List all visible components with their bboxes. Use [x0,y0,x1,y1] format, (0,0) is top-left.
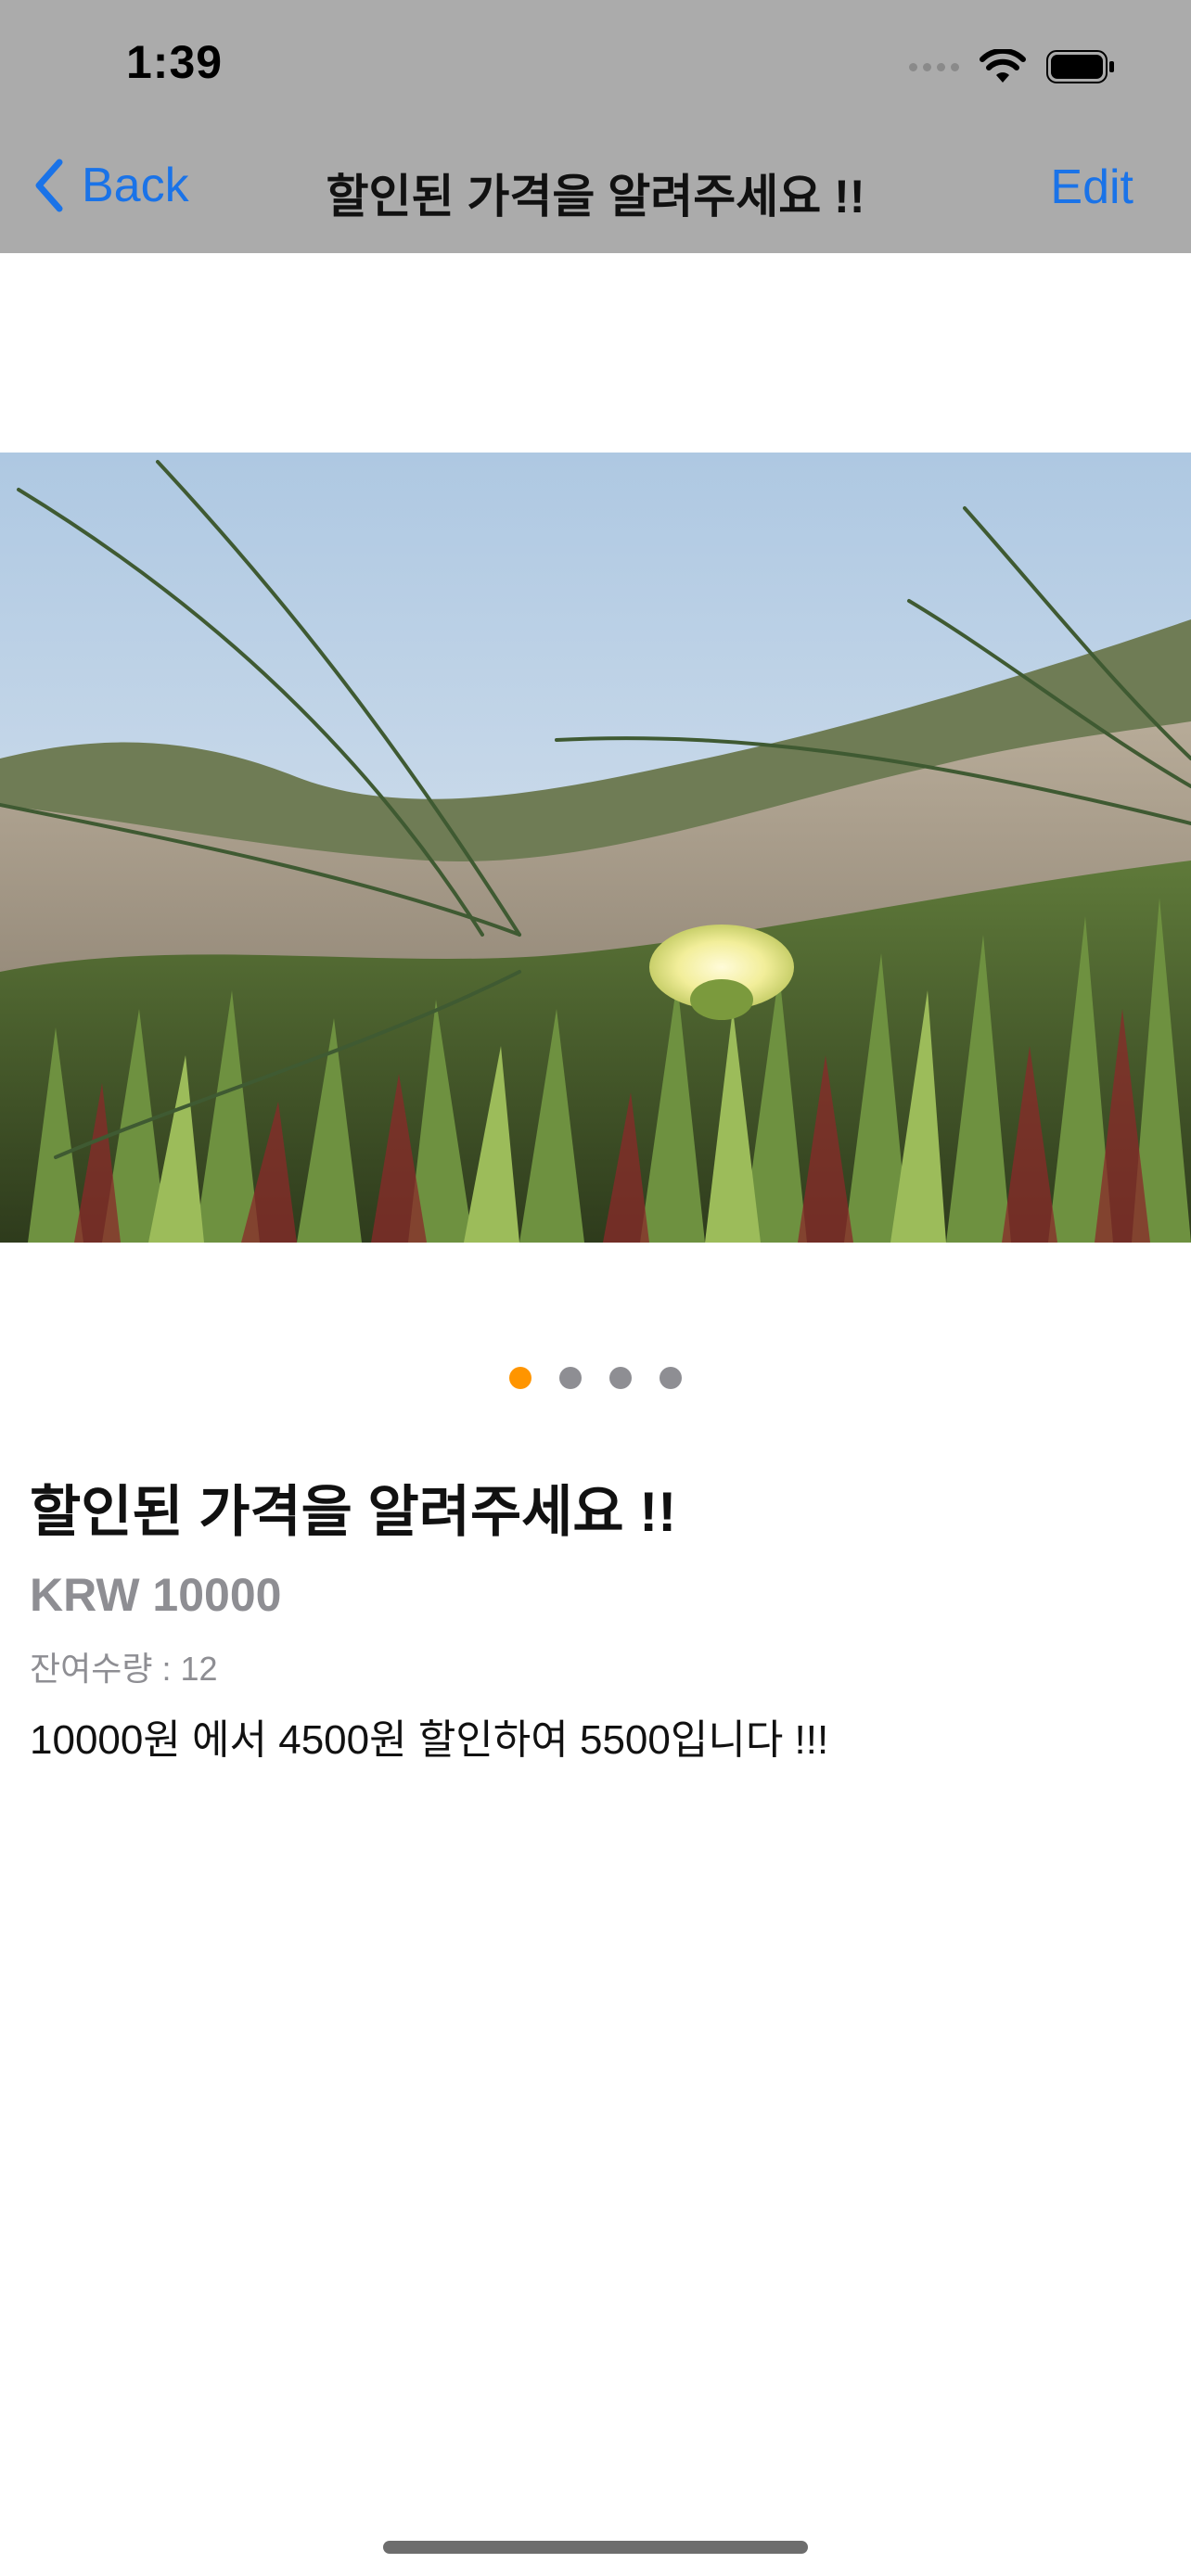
home-indicator[interactable] [383,2541,808,2554]
page-dot[interactable] [559,1367,582,1389]
product-info: 할인된 가격을 알려주세요 !! KRW 10000 잔여수량 : 12 100… [30,1474,1161,1769]
cellular-signal-icon [909,62,959,71]
page-dot[interactable] [660,1367,682,1389]
status-time: 1:39 [126,36,224,88]
product-detail-screen: 1:39 Back 할인된 가격을 알려주세요 !! Edit 할인된 가격을 … [0,0,1191,2576]
product-description: 10000원 에서 4500원 할인하여 5500입니다 !!! [30,1717,829,1763]
nav-title: 할인된 가격을 알려주세요 !! [326,171,865,223]
page-control[interactable] [0,1367,1191,1389]
page-dot-active[interactable] [509,1367,531,1389]
product-stock: 잔여수량 : 12 [30,1650,218,1688]
product-image-carousel[interactable] [0,453,1191,1243]
page-dot[interactable] [609,1367,632,1389]
product-price: KRW 10000 [30,1569,282,1621]
status-icons [909,46,1115,87]
product-photo [0,453,1191,1243]
battery-icon [1046,50,1115,83]
edit-button[interactable]: Edit [1050,159,1133,215]
product-title: 할인된 가격을 알려주세요 !! [30,1481,677,1543]
navigation-header: 1:39 Back 할인된 가격을 알려주세요 !! Edit [0,0,1191,253]
wifi-icon [980,49,1026,83]
